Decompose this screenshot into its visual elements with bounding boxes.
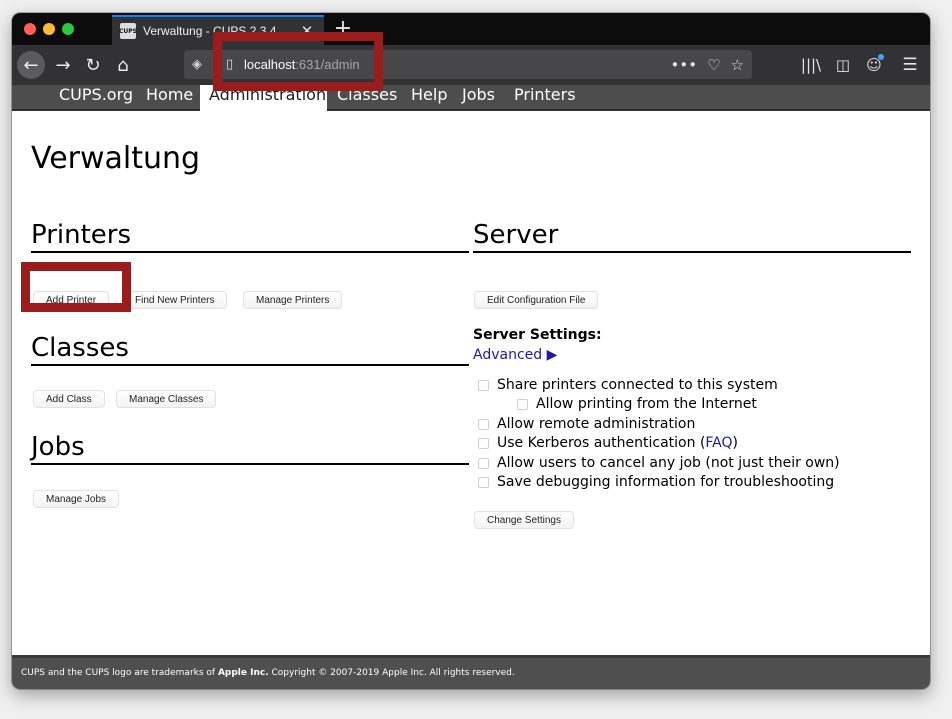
edit-configuration-file-button[interactable]: Edit Configuration File: [474, 291, 599, 309]
back-arrow-icon[interactable]: ←: [17, 51, 45, 79]
add-printer-highlight-box: [21, 262, 131, 312]
address-bar-highlight-box: [213, 32, 383, 91]
nav-help[interactable]: Help: [402, 85, 456, 111]
page-actions-icon[interactable]: •••: [671, 56, 698, 74]
find-new-printers-button[interactable]: Find New Printers: [122, 291, 228, 309]
faq-link[interactable]: FAQ: [705, 435, 732, 451]
share-printers-checkbox[interactable]: [478, 379, 489, 391]
page-footer: CUPS and the CUPS logo are trademarks of…: [12, 655, 930, 689]
tab-strip: CUPS Verwaltung - CUPS 2.3.4 ✕ +: [12, 13, 930, 45]
server-heading: Server: [473, 219, 911, 253]
remote-admin-checkbox[interactable]: [478, 418, 489, 430]
browser-toolbar: ← → ↻ ⌂ ◈ ▯ localhost :631/admin ••• ♡ ☆…: [12, 45, 930, 85]
nav-home[interactable]: Home: [137, 85, 202, 111]
manage-printers-button[interactable]: Manage Printers: [243, 291, 343, 309]
tracking-shield-icon[interactable]: ◈: [192, 57, 212, 72]
library-icon[interactable]: |||\: [798, 51, 824, 79]
remote-admin-option[interactable]: Allow remote administration: [478, 416, 695, 432]
nav-jobs[interactable]: Jobs: [453, 85, 504, 111]
bookmark-star-icon[interactable]: ☆: [731, 56, 744, 74]
add-class-button[interactable]: Add Class: [33, 390, 105, 408]
cancel-any-job-checkbox[interactable]: [478, 457, 489, 469]
change-settings-button[interactable]: Change Settings: [474, 511, 574, 529]
cancel-any-job-option[interactable]: Allow users to cancel any job (not just …: [478, 455, 840, 471]
nav-cups-org[interactable]: CUPS.org: [50, 85, 142, 111]
jobs-heading: Jobs: [31, 431, 469, 465]
kerberos-option[interactable]: Use Kerberos authentication (FAQ): [478, 435, 738, 451]
account-icon[interactable]: ☺: [861, 51, 887, 79]
debug-logging-checkbox[interactable]: [478, 476, 489, 488]
apple-inc-text: Apple Inc.: [217, 668, 269, 678]
notification-dot: [878, 54, 884, 60]
home-icon[interactable]: ⌂: [109, 51, 137, 79]
page-title: Verwaltung: [31, 141, 201, 176]
manage-jobs-button[interactable]: Manage Jobs: [33, 490, 120, 508]
reload-icon[interactable]: ↻: [79, 51, 107, 79]
forward-arrow-icon[interactable]: →: [49, 51, 77, 79]
minimize-window-button[interactable]: [43, 23, 55, 35]
manage-classes-button[interactable]: Manage Classes: [116, 390, 217, 408]
close-window-button[interactable]: [24, 23, 36, 35]
zoom-window-button[interactable]: [62, 23, 74, 35]
advanced-toggle-link[interactable]: Advanced ▶: [473, 347, 557, 363]
server-settings-label: Server Settings:: [473, 327, 602, 343]
pocket-icon[interactable]: ♡: [707, 56, 720, 74]
allow-internet-checkbox[interactable]: [517, 398, 528, 410]
browser-window: CUPS Verwaltung - CUPS 2.3.4 ✕ + ← → ↻ ⌂…: [12, 13, 930, 689]
cups-favicon-icon: CUPS: [119, 23, 137, 39]
printers-heading: Printers: [31, 219, 469, 253]
share-printers-option[interactable]: Share printers connected to this system: [478, 377, 778, 393]
nav-printers[interactable]: Printers: [505, 85, 585, 111]
hamburger-menu-icon[interactable]: ☰: [897, 51, 923, 79]
kerberos-checkbox[interactable]: [478, 437, 489, 449]
sidebar-icon[interactable]: ◫: [830, 51, 856, 79]
cups-navigation: CUPS.org Home Administration Classes Hel…: [12, 85, 930, 111]
allow-internet-option[interactable]: Allow printing from the Internet: [517, 396, 757, 412]
page-content: Verwaltung Printers Add Printer Find New…: [12, 111, 930, 655]
debug-logging-option[interactable]: Save debugging information for troublesh…: [478, 474, 834, 490]
classes-heading: Classes: [31, 332, 469, 366]
